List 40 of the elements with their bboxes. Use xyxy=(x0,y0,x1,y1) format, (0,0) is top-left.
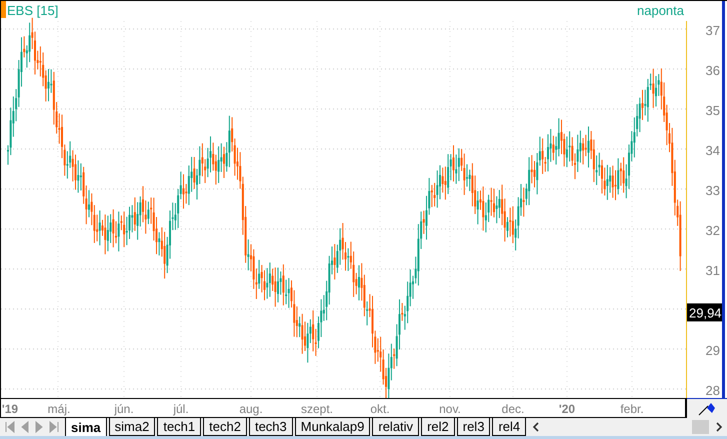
month-label: máj. xyxy=(48,402,70,416)
price-label: 28 xyxy=(706,383,720,398)
sheet-tab[interactable]: tech2 xyxy=(203,418,247,436)
month-label: aug. xyxy=(239,402,263,416)
price-label: 37 xyxy=(706,23,720,38)
month-label: jún. xyxy=(114,402,134,416)
year-label: '20 xyxy=(558,402,576,416)
sheet-tab[interactable]: relativ xyxy=(372,418,420,436)
month-label: nov. xyxy=(439,402,461,416)
price-label: 29 xyxy=(706,343,720,358)
price-label: 36 xyxy=(706,63,720,78)
price-label: 34 xyxy=(706,143,720,158)
sheet-tab[interactable]: rel3 xyxy=(456,418,490,436)
month-label: febr. xyxy=(620,402,644,416)
price-label: 31 xyxy=(706,263,720,278)
sheet-tab[interactable]: tech3 xyxy=(248,418,293,436)
sheet-tab[interactable]: Munkalap9 xyxy=(294,418,370,436)
sheet-tab[interactable]: sima xyxy=(65,418,107,436)
month-label: okt. xyxy=(370,402,390,416)
sheet-tab[interactable]: sima2 xyxy=(108,418,156,436)
sheet-tab[interactable]: rel4 xyxy=(492,418,526,436)
chart-title: EBS [15] xyxy=(7,3,58,19)
period-label: naponta xyxy=(637,3,684,19)
year-label: '19 xyxy=(2,402,18,416)
sheet-tab[interactable]: rel2 xyxy=(421,418,455,436)
first-sheet-icon[interactable] xyxy=(3,420,16,434)
current-price-tag: 29,94 xyxy=(687,303,722,322)
sheet-tab[interactable]: tech1 xyxy=(157,418,202,436)
series-marker xyxy=(1,1,6,18)
month-label: szept. xyxy=(301,402,333,416)
price-label: 35 xyxy=(706,103,720,118)
month-label: dec. xyxy=(502,402,524,416)
month-label: júl. xyxy=(173,402,189,416)
price-label: 33 xyxy=(706,183,720,198)
pen-icon[interactable] xyxy=(698,402,716,416)
scroll-right-icon[interactable] xyxy=(715,422,723,432)
scroll-left-icon[interactable] xyxy=(532,422,540,432)
last-sheet-icon[interactable] xyxy=(48,420,61,434)
price-label: 32 xyxy=(706,223,720,238)
scrollbar-thumb[interactable] xyxy=(692,420,709,434)
